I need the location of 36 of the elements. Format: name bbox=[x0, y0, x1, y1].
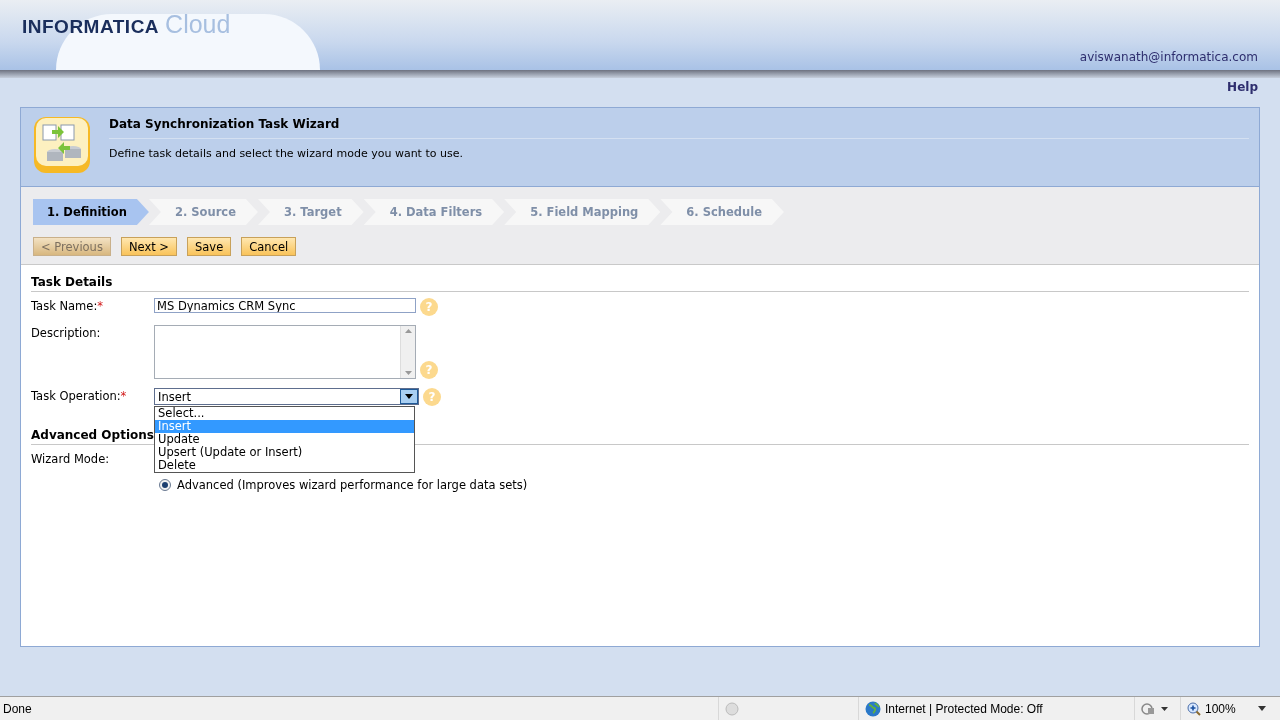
wizard-step-tab[interactable]: 1. Definition bbox=[33, 199, 149, 225]
radio-label: Advanced (Improves wizard performance for large data sets) bbox=[177, 478, 528, 492]
lock-dropdown-icon[interactable] bbox=[1141, 701, 1169, 716]
radio-button[interactable] bbox=[159, 479, 171, 491]
status-text: Done bbox=[2, 701, 33, 716]
field-label: Task Operation: bbox=[31, 389, 121, 403]
dropdown-option[interactable]: Select... bbox=[155, 407, 414, 420]
wizard-button[interactable]: Next > bbox=[120, 237, 177, 256]
product-name: Cloud bbox=[165, 10, 231, 39]
dropdown-caret-icon bbox=[405, 394, 413, 399]
section-heading: Task Details bbox=[31, 275, 1249, 292]
required-mark: * bbox=[97, 299, 104, 313]
dropdown-caret-icon[interactable] bbox=[1257, 706, 1266, 711]
dropdown-button[interactable] bbox=[400, 389, 418, 404]
dropdown-option[interactable]: Update bbox=[155, 433, 414, 446]
field-label: Wizard Mode: bbox=[31, 452, 110, 466]
field-label: Task Name: bbox=[31, 299, 98, 313]
task-operation-select[interactable]: Insert bbox=[154, 388, 419, 405]
field-label: Description: bbox=[31, 326, 101, 340]
wizard-subtitle: Define task details and select the wizard mode you want to use. bbox=[109, 146, 464, 160]
security-zone: Internet | Protected Mode: Off bbox=[885, 701, 1043, 716]
wizard-button[interactable]: Cancel bbox=[241, 237, 297, 256]
zoom-icon[interactable] bbox=[1187, 701, 1201, 716]
brand-logo: INFORMATICA bbox=[22, 16, 160, 38]
dropdown-option[interactable]: Upsert (Update or Insert) bbox=[155, 446, 414, 459]
dropdown-option[interactable]: Delete bbox=[155, 459, 414, 472]
back-circle-icon bbox=[725, 701, 739, 716]
wizard-title: Data Synchronization Task Wizard bbox=[109, 117, 1249, 139]
wizard-button[interactable]: Save bbox=[187, 237, 232, 256]
user-email: aviswanath@informatica.com bbox=[1079, 50, 1259, 66]
globe-icon bbox=[865, 700, 881, 717]
task-name-input[interactable]: MS Dynamics CRM Sync bbox=[154, 298, 416, 313]
zoom-level[interactable]: 100% bbox=[1205, 701, 1236, 716]
sync-icon bbox=[33, 116, 91, 174]
help-link[interactable]: Help bbox=[1227, 80, 1258, 107]
required-mark: * bbox=[120, 389, 127, 403]
